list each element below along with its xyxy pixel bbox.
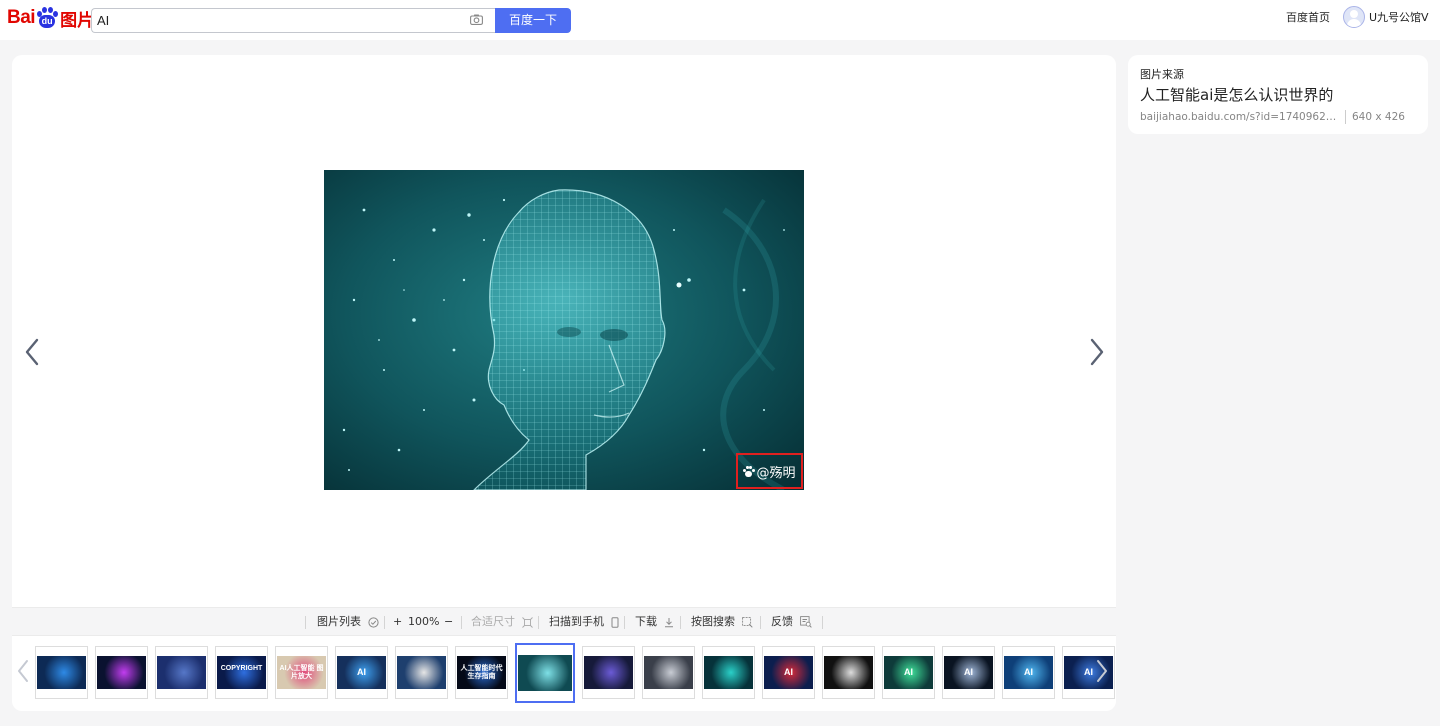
zoom-level: 100% [408,615,440,628]
thumbnail[interactable]: AI人工智能 图片放大 [275,646,328,699]
thumbnail-caption: AI [784,667,793,677]
thumbnail-caption: 人工智能时代 生存指南 [460,665,503,680]
image-toolbar: 图片列表 + 100% − 合适尺寸 扫描到手机 下载 按图搜索 反馈 [12,607,1116,636]
thumbnail[interactable]: AI [1002,646,1055,699]
toolbar-divider [461,616,462,629]
baidu-image-logo[interactable]: Bai du 图片 [7,4,94,32]
fit-size-icon [521,616,533,628]
source-label: 图片来源 [1140,68,1184,81]
thumbnail-image [644,656,693,689]
feedback-icon [799,616,812,628]
thumbnail[interactable] [155,646,208,699]
image-list-label: 图片列表 [317,615,361,628]
image-dimensions: 640 x 426 [1345,110,1405,124]
thumbnail-image [397,656,446,689]
search-input[interactable] [97,9,457,32]
next-image-arrow-icon[interactable] [1087,337,1107,367]
search-box [91,8,496,33]
thumbnail-image [704,656,753,689]
previous-image-arrow-icon[interactable] [22,337,42,367]
thumbnail[interactable] [582,646,635,699]
thumbnail-caption: AI [964,667,973,677]
thumbnail-caption: COPYRIGHT [220,665,263,672]
source-title[interactable]: 人工智能ai是怎么认识世界的 [1140,84,1333,106]
thumb-next-arrow-icon[interactable] [1095,659,1109,683]
thumbnail-caption: AI [357,667,366,677]
source-url[interactable]: baijiahao.baidu.com/s?id=17409629892... [1140,110,1340,124]
image-viewer: @殇明 图片列表 + 100% − 合适尺寸 扫描到手机 下载 按图搜索 反馈 … [12,55,1116,711]
thumbnail[interactable] [95,646,148,699]
thumbnail-caption: AI [904,667,913,677]
toolbar-divider [760,616,761,629]
thumbnail[interactable]: COPYRIGHT [215,646,268,699]
avatar[interactable] [1343,6,1365,28]
user-menu[interactable]: U九号公馆V [1343,6,1429,28]
toolbar-divider [822,616,823,629]
thumbnail-image [584,656,633,689]
thumbnail-caption: AI人工智能 图片放大 [279,665,324,680]
thumbnail[interactable] [822,646,875,699]
watermark-text: @殇明 [756,465,796,481]
logo-pic-text: 图片 [60,10,95,31]
paw-logo-icon: du [36,7,59,29]
baidu-home-link[interactable]: 百度首页 [1286,10,1330,26]
toolbar-divider [305,616,306,629]
thumbnail-strip: COPYRIGHT AI人工智能 图片放大 AI 人工智能时代 生存指南 AI AI AI A… [12,637,1116,711]
thumbnail-image [157,656,206,689]
thumbnail[interactable] [642,646,695,699]
scan-to-phone-button[interactable]: 扫描到手机 [549,608,619,636]
camera-icon[interactable] [470,14,483,25]
logo-du-text: du [41,16,53,26]
watermark-badge: @殇明 [736,453,803,489]
feedback-label: 反馈 [771,615,793,628]
thumbnail[interactable] [35,646,88,699]
thumbnail[interactable]: 人工智能时代 生存指南 [455,646,508,699]
toolbar-divider [384,616,385,629]
feedback-button[interactable]: 反馈 [771,608,812,636]
user-name[interactable]: U九号公馆V [1369,9,1429,25]
thumbnail[interactable]: AI [762,646,815,699]
thumbnail-image [824,656,873,689]
thumbnail-image [37,656,86,689]
logo-bai-text: Bai [7,7,36,28]
download-icon [664,617,673,627]
thumbnail[interactable] [395,646,448,699]
fit-size-button[interactable]: 合适尺寸 [471,608,533,636]
scan-to-phone-label: 扫描到手机 [549,615,604,628]
paw-icon [743,465,755,477]
search-by-image-label: 按图搜索 [691,615,735,628]
fit-size-label: 合适尺寸 [471,615,515,628]
thumbnail[interactable]: AI [335,646,388,699]
download-label: 下载 [635,615,657,628]
thumbnail-caption: AI [1024,667,1033,677]
ai-wireframe-head-image [324,170,804,490]
image-search-icon [741,616,753,628]
thumbnail[interactable] [702,646,755,699]
thumbnail[interactable]: AI [942,646,995,699]
thumbnail[interactable]: AI [882,646,935,699]
zoom-in-button[interactable]: + [393,608,402,636]
download-button[interactable]: 下载 [635,608,674,636]
image-list-button[interactable]: 图片列表 [317,608,379,636]
image-source-card: 图片来源 人工智能ai是怎么认识世界的 baijiahao.baidu.com/… [1128,55,1428,134]
search-by-image-button[interactable]: 按图搜索 [691,608,753,636]
zoom-out-button[interactable]: − [444,608,453,636]
phone-icon [611,616,618,628]
thumbnail-active[interactable] [515,643,575,703]
top-header: Bai du 图片 百度一下 百度首页 U九号公馆V [0,0,1440,40]
search-button[interactable]: 百度一下 [495,8,571,33]
toolbar-divider [624,616,625,629]
check-circle-icon [367,616,379,628]
thumbnail-image [518,655,572,691]
toolbar-divider [680,616,681,629]
thumb-prev-arrow-icon[interactable] [16,659,30,683]
toolbar-divider [538,616,539,629]
thumbnail-image [97,656,146,689]
main-image[interactable]: @殇明 [324,170,804,490]
